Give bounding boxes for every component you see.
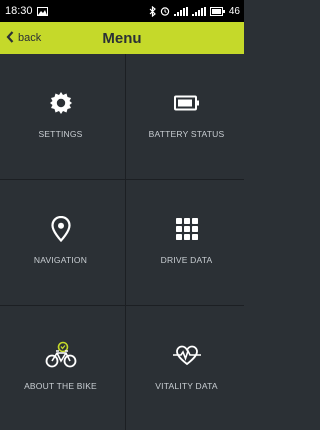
- menu-item-label: VITALITY DATA: [155, 381, 218, 391]
- menu-grid: SETTINGS BATTERY STATUS NAVIGATION DRIVE…: [0, 54, 244, 430]
- back-label: back: [18, 32, 42, 44]
- chevron-left-icon: [6, 30, 14, 46]
- menu-item-label: SETTINGS: [38, 129, 83, 139]
- menu-item-settings[interactable]: SETTINGS: [0, 54, 121, 179]
- menu-item-navigation[interactable]: NAVIGATION: [0, 180, 121, 305]
- battery-icon: [173, 88, 200, 118]
- status-bar: 18:30 46: [0, 0, 244, 22]
- menu-item-label: DRIVE DATA: [160, 255, 213, 265]
- menu-item-label: ABOUT THE BIKE: [24, 381, 97, 391]
- battery-level: 46: [228, 5, 240, 17]
- alarm-icon: [160, 6, 170, 16]
- battery-icon: [209, 6, 225, 16]
- grid-icon: [175, 214, 198, 244]
- status-time: 18:30: [5, 5, 33, 17]
- back-button[interactable]: back: [6, 22, 41, 54]
- signal-icon: [173, 6, 188, 16]
- heartbeat-icon: [172, 340, 202, 370]
- gallery-icon: [36, 6, 48, 16]
- bike-icon: [45, 340, 77, 370]
- menu-item-battery-status[interactable]: BATTERY STATUS: [126, 54, 247, 179]
- menu-item-label: BATTERY STATUS: [148, 129, 225, 139]
- menu-item-label: NAVIGATION: [33, 255, 88, 265]
- gear-icon: [49, 88, 73, 118]
- location-pin-icon: [50, 214, 71, 244]
- divider: [125, 54, 126, 430]
- signal-icon: [191, 6, 206, 16]
- bluetooth-icon: [149, 5, 156, 17]
- header-bar: back Menu: [0, 22, 244, 54]
- menu-item-about-the-bike[interactable]: ABOUT THE BIKE: [0, 306, 121, 430]
- menu-item-vitality-data[interactable]: VITALITY DATA: [126, 306, 247, 430]
- menu-item-drive-data[interactable]: DRIVE DATA: [126, 180, 247, 305]
